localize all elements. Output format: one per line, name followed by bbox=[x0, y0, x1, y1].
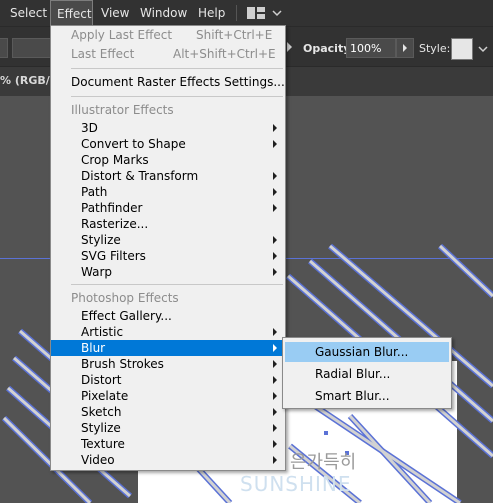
menu-item-crop-marks[interactable]: Crop Marks bbox=[51, 152, 285, 168]
opacity-arrow-button[interactable] bbox=[396, 38, 414, 58]
menu-item-smart-blur[interactable]: Smart Blur... bbox=[285, 386, 449, 406]
menu-item-pathfinder[interactable]: Pathfinder bbox=[51, 200, 285, 216]
menu-item-warp[interactable]: Warp bbox=[51, 264, 285, 280]
menu-item-artistic[interactable]: Artistic bbox=[51, 324, 285, 340]
chevron-down-icon[interactable] bbox=[478, 43, 488, 57]
chevron-right-icon bbox=[273, 268, 277, 276]
menu-item-stylize-ps[interactable]: Stylize bbox=[51, 420, 285, 436]
stroke-field[interactable] bbox=[0, 38, 8, 58]
artwork-english-text: SUNSHINE bbox=[240, 472, 352, 496]
chevron-right-icon bbox=[273, 344, 277, 352]
opacity-input[interactable]: 100% bbox=[346, 38, 396, 58]
menu-separator bbox=[71, 284, 283, 285]
section-photoshop-effects: Photoshop Effects bbox=[71, 291, 179, 305]
layout-grid-icon bbox=[247, 7, 282, 19]
menu-item-svg-filters[interactable]: SVG Filters bbox=[51, 248, 285, 264]
menu-view[interactable]: View bbox=[101, 0, 129, 26]
menubar-divider bbox=[236, 5, 237, 21]
chevron-right-icon bbox=[273, 440, 277, 448]
style-swatch[interactable] bbox=[451, 38, 473, 60]
menu-item-sketch[interactable]: Sketch bbox=[51, 404, 285, 420]
menu-item-pixelate[interactable]: Pixelate bbox=[51, 388, 285, 404]
menu-item-radial-blur[interactable]: Radial Blur... bbox=[285, 364, 449, 384]
chevron-right-icon bbox=[273, 188, 277, 196]
menu-separator bbox=[71, 68, 283, 69]
workspace-switcher[interactable] bbox=[247, 5, 287, 21]
chevron-right-icon bbox=[273, 124, 277, 132]
chevron-right-icon bbox=[273, 252, 277, 260]
menu-help[interactable]: Help bbox=[198, 0, 225, 26]
blur-submenu: Gaussian Blur... Radial Blur... Smart Bl… bbox=[282, 337, 452, 409]
style-label: Style: bbox=[419, 42, 451, 55]
chevron-right-icon bbox=[273, 392, 277, 400]
menu-item-apply-last-effect[interactable]: Apply Last Effect Shift+Ctrl+E bbox=[51, 27, 285, 43]
menu-item-last-effect[interactable]: Last Effect Alt+Shift+Ctrl+E bbox=[51, 46, 285, 62]
menu-item-texture[interactable]: Texture bbox=[51, 436, 285, 452]
menu-select[interactable]: Select bbox=[10, 0, 47, 26]
menu-separator bbox=[71, 96, 283, 97]
menu-item-blur[interactable]: Blur bbox=[51, 340, 285, 356]
chevron-right-icon bbox=[273, 328, 277, 336]
menu-item-brush-strokes[interactable]: Brush Strokes bbox=[51, 356, 285, 372]
chevron-right-icon bbox=[273, 408, 277, 416]
menu-item-path[interactable]: Path bbox=[51, 184, 285, 200]
chevron-right-icon bbox=[273, 236, 277, 244]
menu-item-stylize[interactable]: Stylize bbox=[51, 232, 285, 248]
chevron-right-icon bbox=[273, 204, 277, 212]
menu-item-video[interactable]: Video bbox=[51, 452, 285, 468]
chevron-right-icon bbox=[273, 172, 277, 180]
menu-effect[interactable]: Effect bbox=[50, 0, 93, 26]
menu-item-distort[interactable]: Distort bbox=[51, 372, 285, 388]
menu-item-3d[interactable]: 3D bbox=[51, 120, 285, 136]
chevron-right-icon bbox=[273, 140, 277, 148]
chevron-right-icon[interactable] bbox=[287, 42, 292, 52]
chevron-right-icon bbox=[273, 456, 277, 464]
menu-item-rasterize[interactable]: Rasterize... bbox=[51, 216, 285, 232]
chevron-right-icon bbox=[273, 424, 277, 432]
menu-item-document-raster-effects[interactable]: Document Raster Effects Settings... bbox=[51, 74, 285, 90]
chevron-right-icon bbox=[273, 376, 277, 384]
effect-menu: Apply Last Effect Shift+Ctrl+E Last Effe… bbox=[50, 25, 286, 471]
menu-window[interactable]: Window bbox=[140, 0, 187, 26]
menu-item-gaussian-blur[interactable]: Gaussian Blur... bbox=[285, 342, 449, 362]
menu-bar: Select Effect View Window Help bbox=[0, 0, 493, 26]
chevron-right-icon bbox=[403, 44, 407, 52]
stroke-weight-field[interactable] bbox=[12, 38, 52, 58]
menu-item-convert-to-shape[interactable]: Convert to Shape bbox=[51, 136, 285, 152]
chevron-right-icon bbox=[273, 360, 277, 368]
section-illustrator-effects: Illustrator Effects bbox=[71, 103, 174, 117]
menu-item-effect-gallery[interactable]: Effect Gallery... bbox=[51, 308, 285, 324]
menu-item-distort-transform[interactable]: Distort & Transform bbox=[51, 168, 285, 184]
artwork-korean-text: 은가득히 bbox=[290, 452, 357, 473]
